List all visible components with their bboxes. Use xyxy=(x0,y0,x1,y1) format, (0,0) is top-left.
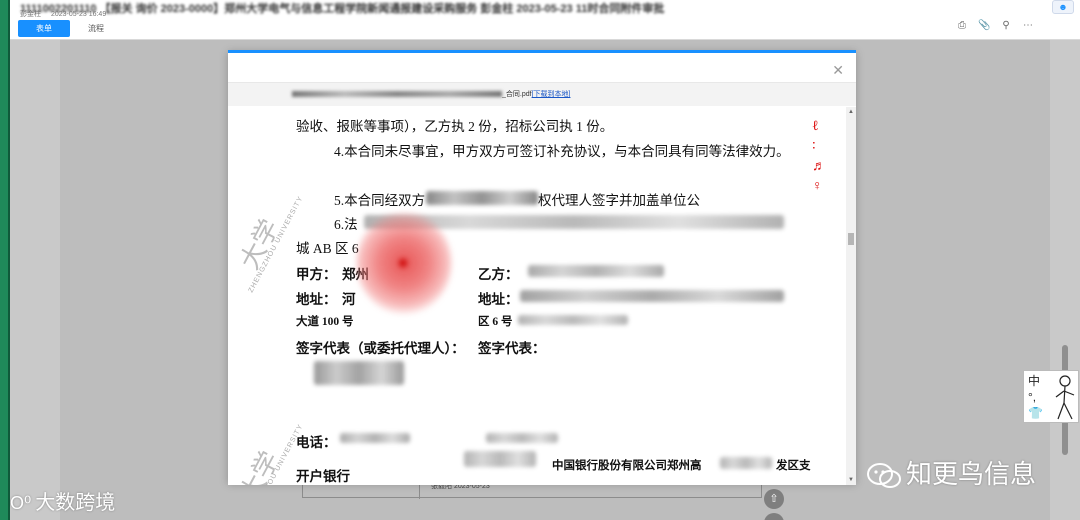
doc-line-5: 城 AB 区 6 xyxy=(296,241,359,256)
toolbar: ⎙ 📎 ⚲ ⋯ xyxy=(956,20,1034,32)
seal-center xyxy=(399,259,407,267)
close-icon[interactable]: ✕ xyxy=(832,63,844,77)
user-icon[interactable]: ☻ xyxy=(1052,0,1074,14)
app-header: 1111002201110 【报关 询价 2023-0000】郑州大学电气与信息… xyxy=(10,0,1080,40)
stick-figure-icon xyxy=(1055,375,1075,420)
scroll-up-icon[interactable]: ▲ xyxy=(848,109,854,115)
doc-line-3b: 权代理人签字并加盖单位公 xyxy=(538,193,700,208)
search-icon[interactable]: ⚲ xyxy=(1000,20,1012,32)
tab-process[interactable]: 流程 xyxy=(70,20,122,37)
doc-line-2: 4.本合同未尽事宜，甲方双方可签订补充协议，与本合同具有同等法律效力。 xyxy=(334,144,790,159)
party-a-address: 河 xyxy=(342,292,356,307)
brand-watermark-right: 知更鸟信息 xyxy=(866,454,1036,491)
party-a-address-label: 地址： xyxy=(296,292,337,307)
doc-line-3a: 5.本合同经双方 xyxy=(334,193,426,208)
scroll-to-top-button[interactable]: ⇧ xyxy=(764,489,784,509)
party-b-signatory-label: 签字代表： xyxy=(478,341,546,356)
attachment-preview-modal: ✕ _合同.pdf[下载到本地] 大学 ZHENGZHOU UNIVERSITY… xyxy=(228,50,856,485)
redacted-bank xyxy=(464,451,536,467)
left-app-strip xyxy=(0,0,10,520)
wechat-icon xyxy=(867,463,901,489)
redacted-phone xyxy=(340,433,410,443)
widget-char-2: °, xyxy=(1028,390,1037,404)
file-bar: _合同.pdf[下载到本地] xyxy=(228,82,856,106)
party-b-bank: 中国银行股份有限公司郑州高 xyxy=(552,460,702,472)
tab-form[interactable]: 表单 xyxy=(18,20,70,37)
document-meta: 彭金柱 2023-05-23 16:49 xyxy=(20,9,114,19)
redacted-text xyxy=(528,265,664,277)
document-title: 1111002201110 【报关 询价 2023-0000】郑州大学电气与信息… xyxy=(20,3,665,15)
input-method-widget[interactable]: 中 °, 👕 xyxy=(1023,370,1079,423)
bank-label: 开户银行 xyxy=(296,469,350,484)
scroll-down-icon[interactable]: ▼ xyxy=(848,477,854,483)
download-link[interactable]: [下载到本地] xyxy=(532,91,571,98)
redacted-filename xyxy=(292,91,502,98)
party-b-address-label: 地址： xyxy=(478,292,519,307)
more-icon[interactable]: ⋯ xyxy=(1022,20,1034,32)
scroll-thumb[interactable] xyxy=(848,233,854,245)
party-a-address-2: 大道 100 号 xyxy=(296,316,354,328)
brand-right-text: 知更鸟信息 xyxy=(906,459,1037,489)
brand-left-text: 大数跨境 xyxy=(35,492,116,514)
widget-char-1: 中 xyxy=(1028,374,1041,388)
attach-icon[interactable]: 📎 xyxy=(978,20,990,32)
redacted-text xyxy=(426,191,538,205)
doc-line-1: 验收、报账等事项），乙方执 2 份，招标公司执 1 份。 xyxy=(296,119,614,134)
red-seal xyxy=(356,211,452,315)
party-a-label: 甲方： xyxy=(296,267,337,282)
datetime: 2023-05-23 16:49 xyxy=(50,11,107,18)
pdf-viewer[interactable]: 大学 ZHENGZHOU UNIVERSITY 大学 ZHENGZHOU UNI… xyxy=(228,107,856,485)
file-suffix: _合同.pdf xyxy=(502,91,532,98)
party-b-bank-tail: 发区支 xyxy=(776,460,811,472)
widget-chars: 中 °, 👕 xyxy=(1028,373,1043,421)
author: 彭金柱 xyxy=(20,11,41,18)
phone-label: 电话： xyxy=(296,435,337,450)
redacted-phone xyxy=(486,433,558,443)
party-b-address-2: 区 6 号 xyxy=(478,316,513,328)
tab-bar: 表单 流程 xyxy=(18,20,122,37)
pdf-scrollbar[interactable]: ▲ ▼ xyxy=(846,107,856,485)
redacted-text xyxy=(520,290,784,302)
print-icon[interactable]: ⎙ xyxy=(956,20,968,32)
redacted-bank xyxy=(720,457,772,469)
widget-char-3: 👕 xyxy=(1028,406,1043,420)
brand-logo-icon: О⁰ xyxy=(10,493,32,513)
doc-line-4: 6.法 xyxy=(334,217,358,232)
party-b-label: 乙方： xyxy=(478,267,519,282)
red-stamp-edge: ℓ ∶ ♬ ♀ xyxy=(812,119,826,194)
file-name: _合同.pdf[下载到本地] xyxy=(292,89,570,99)
party-a-signatory-label: 签字代表（或委托代理人）： xyxy=(296,341,465,356)
brand-watermark-left: О⁰ 大数跨境 xyxy=(10,486,115,515)
redacted-text xyxy=(518,315,628,325)
redacted-signature xyxy=(314,361,404,385)
